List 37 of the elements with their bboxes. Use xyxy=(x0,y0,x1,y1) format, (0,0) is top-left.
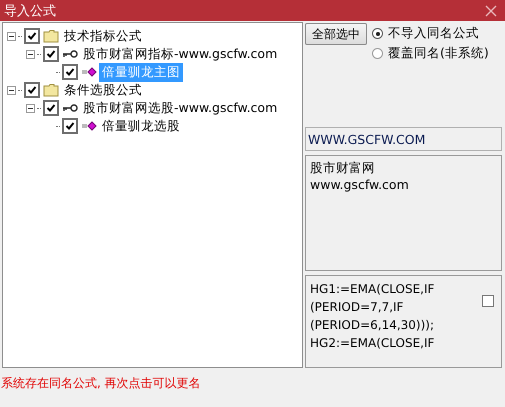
collapse-icon[interactable] xyxy=(26,50,35,58)
formula-line: HG2:=EMA(CLOSE,IF xyxy=(310,335,434,352)
description-line: 股市财富网 xyxy=(310,159,376,176)
tree-item[interactable]: 倍量驯龙选股 xyxy=(99,116,183,136)
diamond-icon xyxy=(81,67,97,77)
key-icon xyxy=(62,49,78,59)
formula-line: HG1:=EMA(CLOSE,IF xyxy=(310,281,434,298)
diamond-icon xyxy=(81,121,97,131)
radio-label[interactable]: 不导入同名公式 xyxy=(388,25,479,42)
select-all-button[interactable]: 全部选中 xyxy=(305,23,367,45)
checkbox[interactable] xyxy=(43,100,59,116)
folder-icon xyxy=(43,29,59,43)
collapse-icon[interactable] xyxy=(26,104,35,112)
window-title: 导入公式 xyxy=(4,2,56,20)
checkbox[interactable] xyxy=(43,46,59,62)
formula-line: (PERIOD=7,7,IF xyxy=(310,299,404,316)
checkbox[interactable] xyxy=(24,82,40,98)
checkbox[interactable] xyxy=(482,295,494,307)
formula-line: (PERIOD=6,14,30))); xyxy=(310,317,434,334)
radio-label[interactable]: 覆盖同名(非系统) xyxy=(388,45,489,62)
radio-button[interactable] xyxy=(372,28,383,39)
input-field[interactable]: WWW.GSCFW.COM xyxy=(305,127,502,151)
tree-item[interactable]: 条件选股公式 xyxy=(61,80,145,100)
close-icon[interactable] xyxy=(485,4,497,16)
description-line: www.gscfw.com xyxy=(310,176,410,193)
checkbox[interactable] xyxy=(62,64,78,80)
status-message: 系统存在同名公式, 再次点击可以更名 xyxy=(0,375,202,392)
collapse-icon[interactable] xyxy=(7,86,16,94)
checkbox[interactable] xyxy=(24,28,40,44)
tree-item[interactable]: 技术指标公式 xyxy=(61,26,145,46)
tree-item[interactable]: 股市财富网选股-www.gscfw.com xyxy=(80,98,280,118)
key-icon xyxy=(62,103,78,113)
tree-item[interactable]: 股市财富网指标-www.gscfw.com xyxy=(80,44,280,64)
radio-button[interactable] xyxy=(372,48,383,59)
checkbox[interactable] xyxy=(62,118,78,134)
collapse-icon[interactable] xyxy=(7,32,16,40)
folder-icon xyxy=(43,83,59,97)
